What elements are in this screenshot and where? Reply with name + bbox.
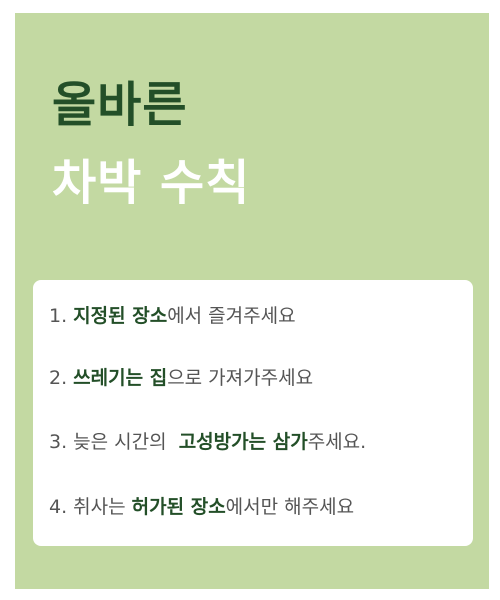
- rule-text: 에서 즐겨주세요: [167, 305, 296, 327]
- rule-text-prefix: 늦은 시간의: [73, 431, 179, 453]
- rule-text: 주세요.: [307, 431, 367, 453]
- rule-text: 으로 가져가주세요: [167, 367, 314, 389]
- poster-card: 올바른 차박 수칙 1. 지정된 장소에서 즐겨주세요 2. 쓰레기는 집으로 …: [15, 13, 489, 589]
- rule-item: 4. 취사는 허가된 장소에서만 해주세요: [49, 494, 354, 520]
- title-line-1: 올바른: [52, 77, 188, 133]
- rule-number: 4.: [49, 496, 74, 518]
- title-line-2: 차박 수칙: [52, 155, 251, 211]
- rule-text: 에서만 해주세요: [225, 496, 355, 518]
- rule-number: 2.: [49, 367, 74, 389]
- rule-number: 3.: [49, 431, 74, 453]
- rule-item: 2. 쓰레기는 집으로 가져가주세요: [49, 365, 313, 391]
- rule-highlight: 쓰레기는 집: [73, 367, 168, 389]
- rule-highlight: 허가된 장소: [131, 496, 226, 518]
- rules-panel: 1. 지정된 장소에서 즐겨주세요 2. 쓰레기는 집으로 가져가주세요 3. …: [33, 280, 473, 546]
- rule-highlight: 지정된 장소: [73, 305, 168, 327]
- rule-text-prefix: 취사는: [73, 496, 132, 518]
- rule-number: 1.: [49, 305, 74, 327]
- rule-item: 1. 지정된 장소에서 즐겨주세요: [49, 303, 296, 329]
- rule-highlight: 고성방가는 삼가: [178, 431, 308, 453]
- rule-item: 3. 늦은 시간의 고성방가는 삼가주세요.: [49, 429, 366, 455]
